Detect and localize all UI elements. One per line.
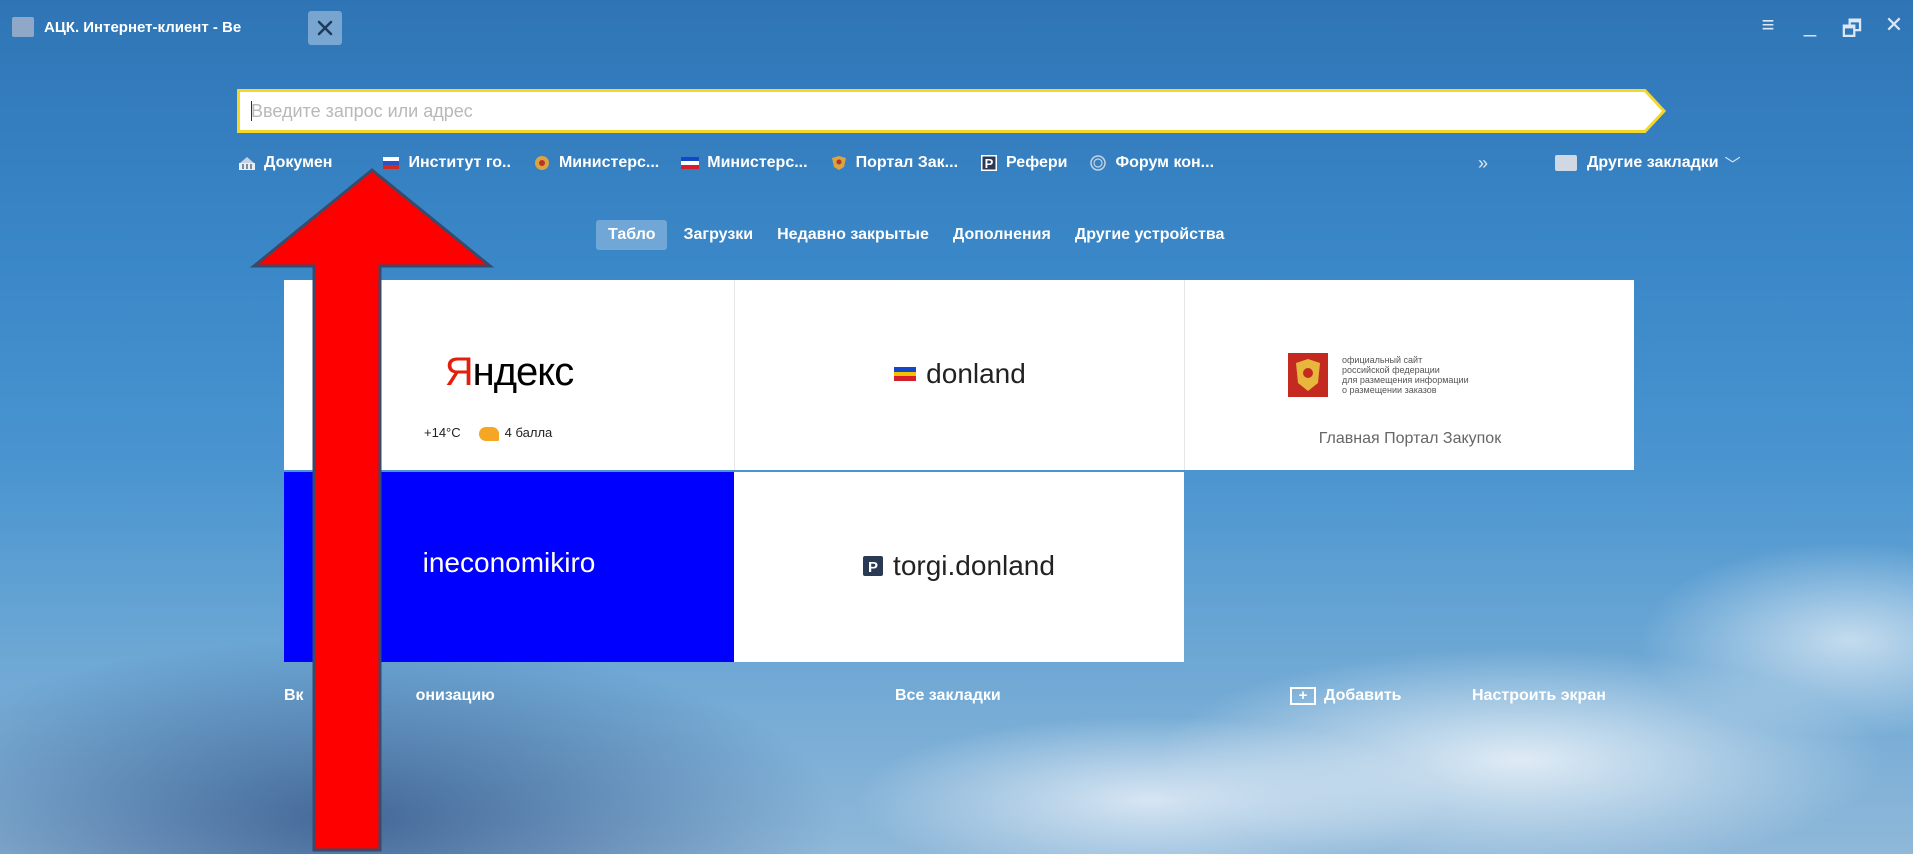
bookmarks-bar: Докумен Институт го.. Министерс... Минис… <box>238 148 1741 178</box>
bookmark-item[interactable]: P Рефери <box>980 154 1067 172</box>
bookmark-label: Рефери <box>1006 154 1068 171</box>
bookmark-label: Министерс... <box>707 154 808 171</box>
bookmark-label: Министерс... <box>558 154 660 171</box>
window-controls: ≡ _ 🗗 ✕ <box>1757 12 1905 50</box>
other-bookmarks-button[interactable]: Другие закладки ﹀ <box>1555 151 1741 175</box>
traffic-icon <box>478 426 499 441</box>
add-tile-button[interactable]: + Добавить <box>1290 687 1402 705</box>
bookmark-item[interactable]: Министерс... <box>681 154 808 172</box>
p-icon: P <box>863 556 884 576</box>
tile-yandex[interactable]: Яндекс +14°C 4 балла <box>284 280 734 470</box>
address-bar[interactable] <box>237 89 1667 133</box>
flag-icon <box>382 155 400 171</box>
page-favicon-icon <box>12 17 34 37</box>
more-bookmarks-chevron-icon[interactable]: » <box>1478 153 1488 174</box>
tile-torgi-donland[interactable]: P torgi.donland <box>734 472 1184 662</box>
bookmark-label: Докумен <box>264 154 333 171</box>
coat-of-arms-icon <box>533 155 551 171</box>
svg-text:P: P <box>985 156 994 171</box>
bookmark-item[interactable]: Портал Зак... <box>830 154 958 172</box>
tile-caption: Главная Портал Закупок <box>1318 430 1502 447</box>
all-bookmarks-link[interactable]: Все закладки <box>895 687 1001 705</box>
p-icon: P <box>980 155 998 171</box>
new-tab-nav: Табло Загрузки Недавно закрытые Дополнен… <box>596 220 1236 250</box>
close-window-icon[interactable]: ✕ <box>1883 12 1905 50</box>
restore-icon[interactable]: 🗗 <box>1841 12 1863 50</box>
tab-other-devices[interactable]: Другие устройства <box>1063 220 1237 250</box>
tab-downloads[interactable]: Загрузки <box>671 220 765 250</box>
donland-logo: donland <box>735 358 1184 390</box>
other-bookmarks-label: Другие закладки <box>1587 154 1719 171</box>
browser-tab[interactable]: АЦК. Интернет-клиент - Be <box>12 12 279 42</box>
weather-value: +14°C <box>424 425 461 441</box>
bookmark-item[interactable]: Докумен <box>238 154 332 172</box>
torgi-logo: P torgi.donland <box>734 550 1184 582</box>
bookmark-label: Форум кон... <box>1115 154 1215 171</box>
tile-mineconomiki[interactable]: ineconomikiro <box>284 472 734 662</box>
tile-donland[interactable]: donland <box>734 280 1184 470</box>
svg-text:P: P <box>868 559 878 576</box>
coat-of-arms-icon <box>1288 353 1328 397</box>
plus-icon: + <box>1290 687 1316 705</box>
tab-close-button[interactable] <box>308 11 342 45</box>
mineconomiki-label: ineconomikiro <box>422 547 596 578</box>
globe-icon <box>1089 155 1107 171</box>
tab-title: АЦК. Интернет-клиент - Be <box>44 18 242 36</box>
tab-extensions[interactable]: Дополнения <box>941 220 1063 250</box>
rostov-flag-icon <box>681 155 700 171</box>
bookmark-item[interactable]: Министерс... <box>533 154 659 172</box>
yandex-logo: Яндекс <box>444 350 575 394</box>
title-bar: АЦК. Интернет-клиент - Be ≡ _ 🗗 ✕ <box>0 0 1913 48</box>
bookmark-label: Институт го.. <box>408 154 511 171</box>
bookmark-item[interactable]: Институт го.. <box>382 154 511 172</box>
bookmark-label: Портал Зак... <box>855 154 959 171</box>
tab-tablo[interactable]: Табло <box>596 220 668 250</box>
coat-of-arms-icon <box>830 155 848 171</box>
minimize-icon[interactable]: _ <box>1799 12 1821 50</box>
yandex-widgets: +14°C 4 балла <box>424 425 552 441</box>
tile-zakupki[interactable]: официальный сайт российской федерации дл… <box>1184 280 1634 470</box>
folder-icon <box>1555 155 1577 171</box>
sync-link[interactable]: Вк онизацию <box>284 687 495 705</box>
bookmark-item[interactable]: Форум кон... <box>1089 154 1214 172</box>
chevron-down-icon: ﹀ <box>1724 157 1741 174</box>
document-icon <box>238 155 256 171</box>
customize-screen-link[interactable]: Настроить экран <box>1472 687 1606 705</box>
rostov-flag-icon <box>894 367 917 381</box>
tab-recently-closed[interactable]: Недавно закрытые <box>765 220 941 250</box>
menu-icon[interactable]: ≡ <box>1757 12 1779 50</box>
traffic-info: 4 балла <box>478 425 552 441</box>
zakupki-logo: официальный сайт российской федерации дл… <box>1185 353 1634 397</box>
search-input[interactable] <box>251 95 1631 127</box>
close-icon <box>317 20 333 36</box>
